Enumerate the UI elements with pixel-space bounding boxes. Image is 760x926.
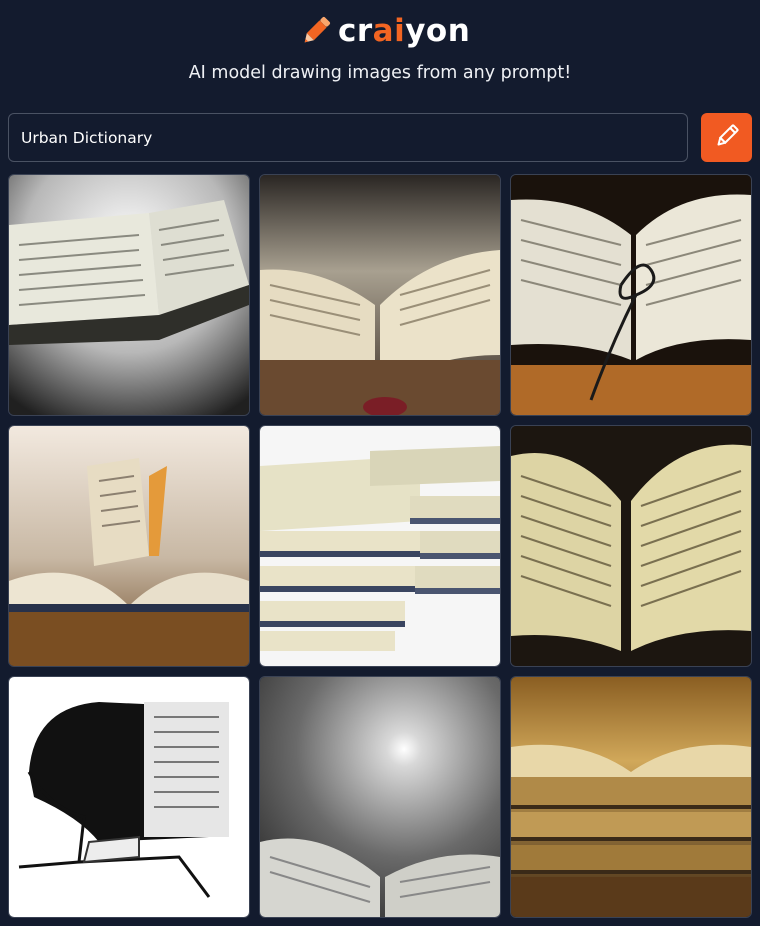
- result-image-8[interactable]: [259, 676, 501, 918]
- result-image-3[interactable]: [510, 174, 752, 416]
- result-image-2[interactable]: [259, 174, 501, 416]
- result-image-1[interactable]: [8, 174, 250, 416]
- pencil-logo-icon: [298, 13, 334, 49]
- prompt-input[interactable]: [8, 113, 688, 162]
- tagline: AI model drawing images from any prompt!: [188, 63, 572, 83]
- logo-accent: ai: [372, 12, 406, 49]
- draw-button[interactable]: [701, 113, 752, 162]
- result-image-9[interactable]: [510, 676, 752, 918]
- logo-prefix: cr: [338, 12, 373, 49]
- result-image-5[interactable]: [259, 425, 501, 667]
- logo-suffix: yon: [405, 12, 471, 49]
- results-grid: [8, 174, 752, 918]
- result-image-7[interactable]: [8, 676, 250, 918]
- result-image-6[interactable]: [510, 425, 752, 667]
- result-image-4[interactable]: [8, 425, 250, 667]
- craiyon-logo[interactable]: craiyon: [298, 10, 470, 52]
- pencil-icon: [712, 121, 742, 154]
- search-row: [8, 113, 752, 162]
- logo-text: craiyon: [338, 12, 471, 49]
- header: craiyon AI model drawing images from any…: [0, 0, 760, 108]
